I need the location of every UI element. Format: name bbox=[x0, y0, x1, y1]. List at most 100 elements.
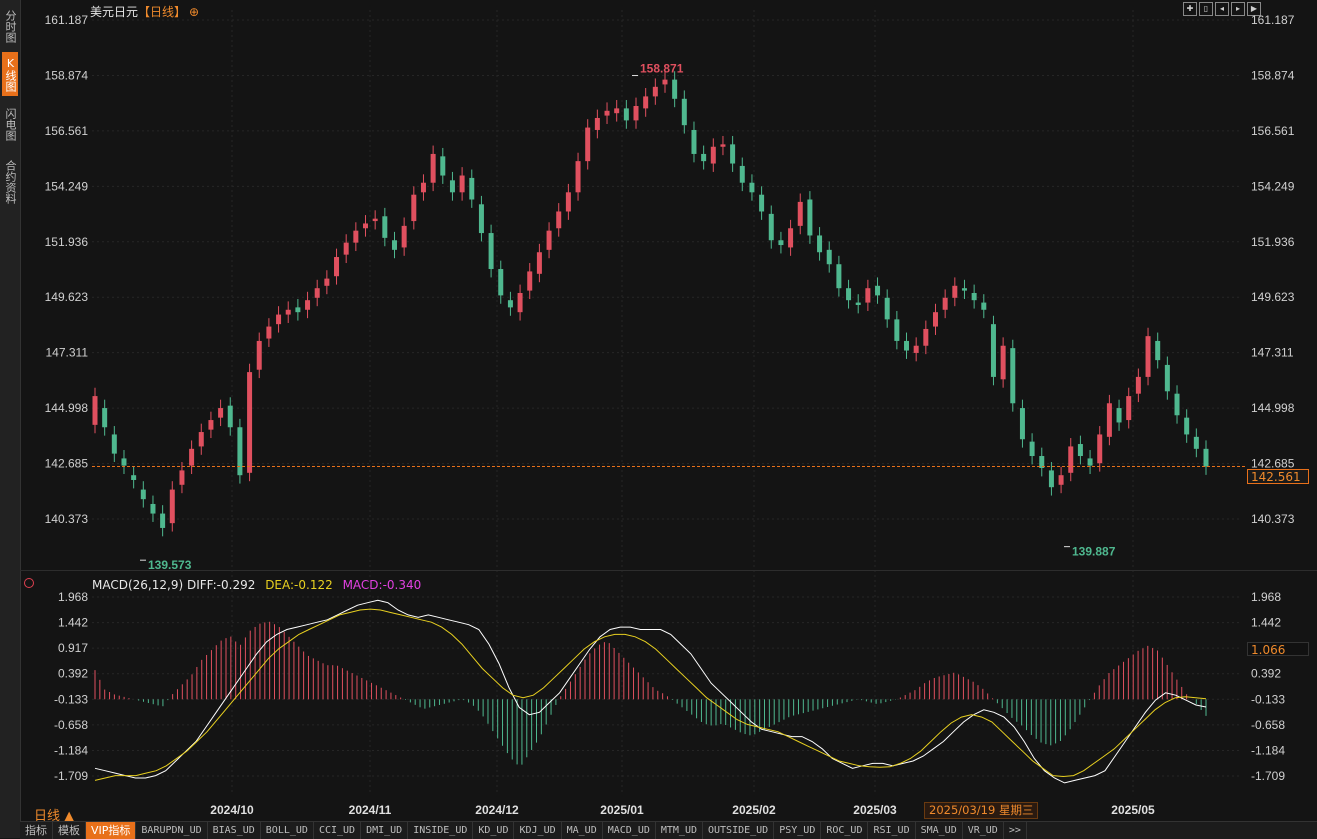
indicator-tab[interactable]: OUTSIDE_UD bbox=[703, 822, 775, 839]
indicator-tab[interactable]: MTM_UD bbox=[656, 822, 703, 839]
price-tick-label-right: 147.311 bbox=[1251, 346, 1294, 360]
pane-divider[interactable] bbox=[20, 570, 1317, 571]
candle-body bbox=[961, 288, 967, 291]
price-axis-left: 161.187 158.874 156.561 154.249 151.936 149.6… bbox=[45, 13, 89, 526]
candle-body bbox=[459, 175, 465, 193]
candle-body bbox=[952, 285, 958, 298]
macd-tick-label-right: -0.658 bbox=[1251, 718, 1285, 732]
candle-body bbox=[1135, 376, 1141, 394]
candle-body bbox=[1116, 408, 1122, 423]
price-axis-right: 161.187 158.874 156.561 154.249 151.936 149.6… bbox=[1251, 13, 1295, 526]
candle-body bbox=[1058, 475, 1064, 485]
candle-body bbox=[102, 408, 108, 428]
candle-body bbox=[672, 79, 678, 99]
price-tick-label: 154.249 bbox=[45, 179, 89, 193]
candle-body bbox=[594, 117, 600, 130]
candle-body bbox=[662, 79, 668, 85]
indicator-tab[interactable]: KDJ_UD bbox=[514, 822, 562, 839]
candle-body bbox=[488, 233, 494, 270]
macd-tick-label: -1.709 bbox=[54, 769, 88, 783]
annotations: 158.871139.573139.887 bbox=[140, 62, 1116, 572]
price-tick-label-right: 149.623 bbox=[1251, 290, 1295, 304]
candle-body bbox=[150, 503, 156, 514]
candle-body bbox=[1174, 393, 1180, 416]
candle-body bbox=[92, 396, 98, 425]
candle-body bbox=[343, 242, 349, 255]
candle-body bbox=[256, 340, 262, 370]
candle-body bbox=[875, 285, 881, 296]
indicator-tab[interactable]: DMI_UD bbox=[361, 822, 409, 839]
candle-body bbox=[1019, 408, 1025, 440]
price-tick-label-right: 140.373 bbox=[1251, 512, 1295, 526]
candle-body bbox=[797, 201, 803, 226]
candle-body bbox=[111, 434, 117, 454]
indicator-tab[interactable]: PSY_UD bbox=[774, 822, 822, 839]
candle-body bbox=[507, 300, 513, 308]
time-label: 2025/01 bbox=[600, 803, 644, 817]
macd-header: MACD(26,12,9) DIFF:-0.292 DEA:-0.122 MAC… bbox=[92, 578, 421, 592]
candle-body bbox=[768, 213, 774, 241]
indicator-tab[interactable]: VR_UD bbox=[963, 822, 1004, 839]
indicator-tab[interactable]: >> bbox=[1004, 822, 1027, 839]
candle-body bbox=[1126, 396, 1132, 421]
candle-body bbox=[981, 302, 987, 310]
indicator-tab[interactable]: BIAS_UD bbox=[208, 822, 261, 839]
indicator-tab[interactable]: RSI_UD bbox=[868, 822, 916, 839]
candle-body bbox=[546, 230, 552, 250]
candle-body bbox=[237, 427, 243, 476]
time-label: 2024/11 bbox=[349, 803, 392, 817]
candle-body bbox=[527, 271, 533, 291]
indicator-tab[interactable]: VIP指标 bbox=[86, 822, 137, 839]
candle-body bbox=[430, 153, 436, 183]
indicator-tab[interactable]: KD_UD bbox=[473, 822, 515, 839]
candle-body bbox=[498, 269, 504, 296]
candle-body bbox=[449, 180, 455, 193]
candle-body bbox=[565, 192, 571, 212]
indicator-tab[interactable]: CCI_UD bbox=[314, 822, 362, 839]
price-tick-label-right: 156.561 bbox=[1251, 124, 1295, 138]
indicator-tab[interactable]: INSIDE_UD bbox=[408, 822, 474, 839]
candle-body bbox=[778, 240, 784, 246]
chart-canvas[interactable]: 161.187 158.874 156.561 154.249 151.936 149.6… bbox=[0, 0, 1317, 838]
candle-body bbox=[334, 257, 340, 277]
candle-body bbox=[353, 230, 359, 243]
indicator-tab[interactable]: 模板 bbox=[53, 822, 86, 839]
candle-body bbox=[894, 319, 900, 341]
macd-diff-value: DIFF:-0.292 bbox=[186, 578, 256, 592]
price-tick-label: 156.561 bbox=[45, 124, 89, 138]
macd-tick-label: 0.392 bbox=[58, 667, 88, 681]
macd-axis-left: 1.968 1.442 0.917 0.392 -0.133 -0.658 -1.184 -1… bbox=[54, 590, 88, 783]
candle-body bbox=[218, 408, 224, 418]
candle-body bbox=[846, 288, 852, 301]
candle-body bbox=[440, 156, 446, 176]
candle-body bbox=[1010, 348, 1016, 404]
macd-title: MACD(26,12,9) bbox=[92, 578, 184, 592]
candle-body bbox=[585, 127, 591, 162]
indicator-tab[interactable]: SMA_UD bbox=[916, 822, 963, 839]
indicator-tab[interactable]: BARUPDN_UD bbox=[136, 822, 208, 839]
candle-body bbox=[807, 199, 813, 236]
candle-body bbox=[1000, 345, 1006, 380]
candle-body bbox=[643, 96, 649, 109]
grid bbox=[92, 10, 1240, 795]
candle-body bbox=[1087, 458, 1093, 466]
indicator-tab[interactable]: MA_UD bbox=[562, 822, 603, 839]
indicator-tab[interactable]: 指标 bbox=[20, 822, 53, 839]
indicator-settings-icon[interactable] bbox=[24, 578, 34, 588]
candle-body bbox=[623, 108, 629, 121]
indicator-tab[interactable]: ROC_UD bbox=[821, 822, 869, 839]
candle-body bbox=[314, 288, 320, 298]
candle-body bbox=[932, 312, 938, 327]
macd-cursor-box: 1.066 bbox=[1247, 642, 1309, 657]
indicator-tab[interactable]: MACD_UD bbox=[603, 822, 656, 839]
candle-body bbox=[826, 249, 832, 265]
candle-body bbox=[913, 345, 919, 353]
candle-body bbox=[227, 405, 233, 428]
candle-body bbox=[517, 292, 523, 313]
price-tick-label: 149.623 bbox=[45, 290, 89, 304]
indicator-tab[interactable]: BOLL_UD bbox=[261, 822, 314, 839]
candle-body bbox=[1193, 436, 1199, 449]
candle-body bbox=[285, 309, 291, 315]
candle-body bbox=[247, 372, 253, 473]
candle-body bbox=[990, 324, 996, 377]
